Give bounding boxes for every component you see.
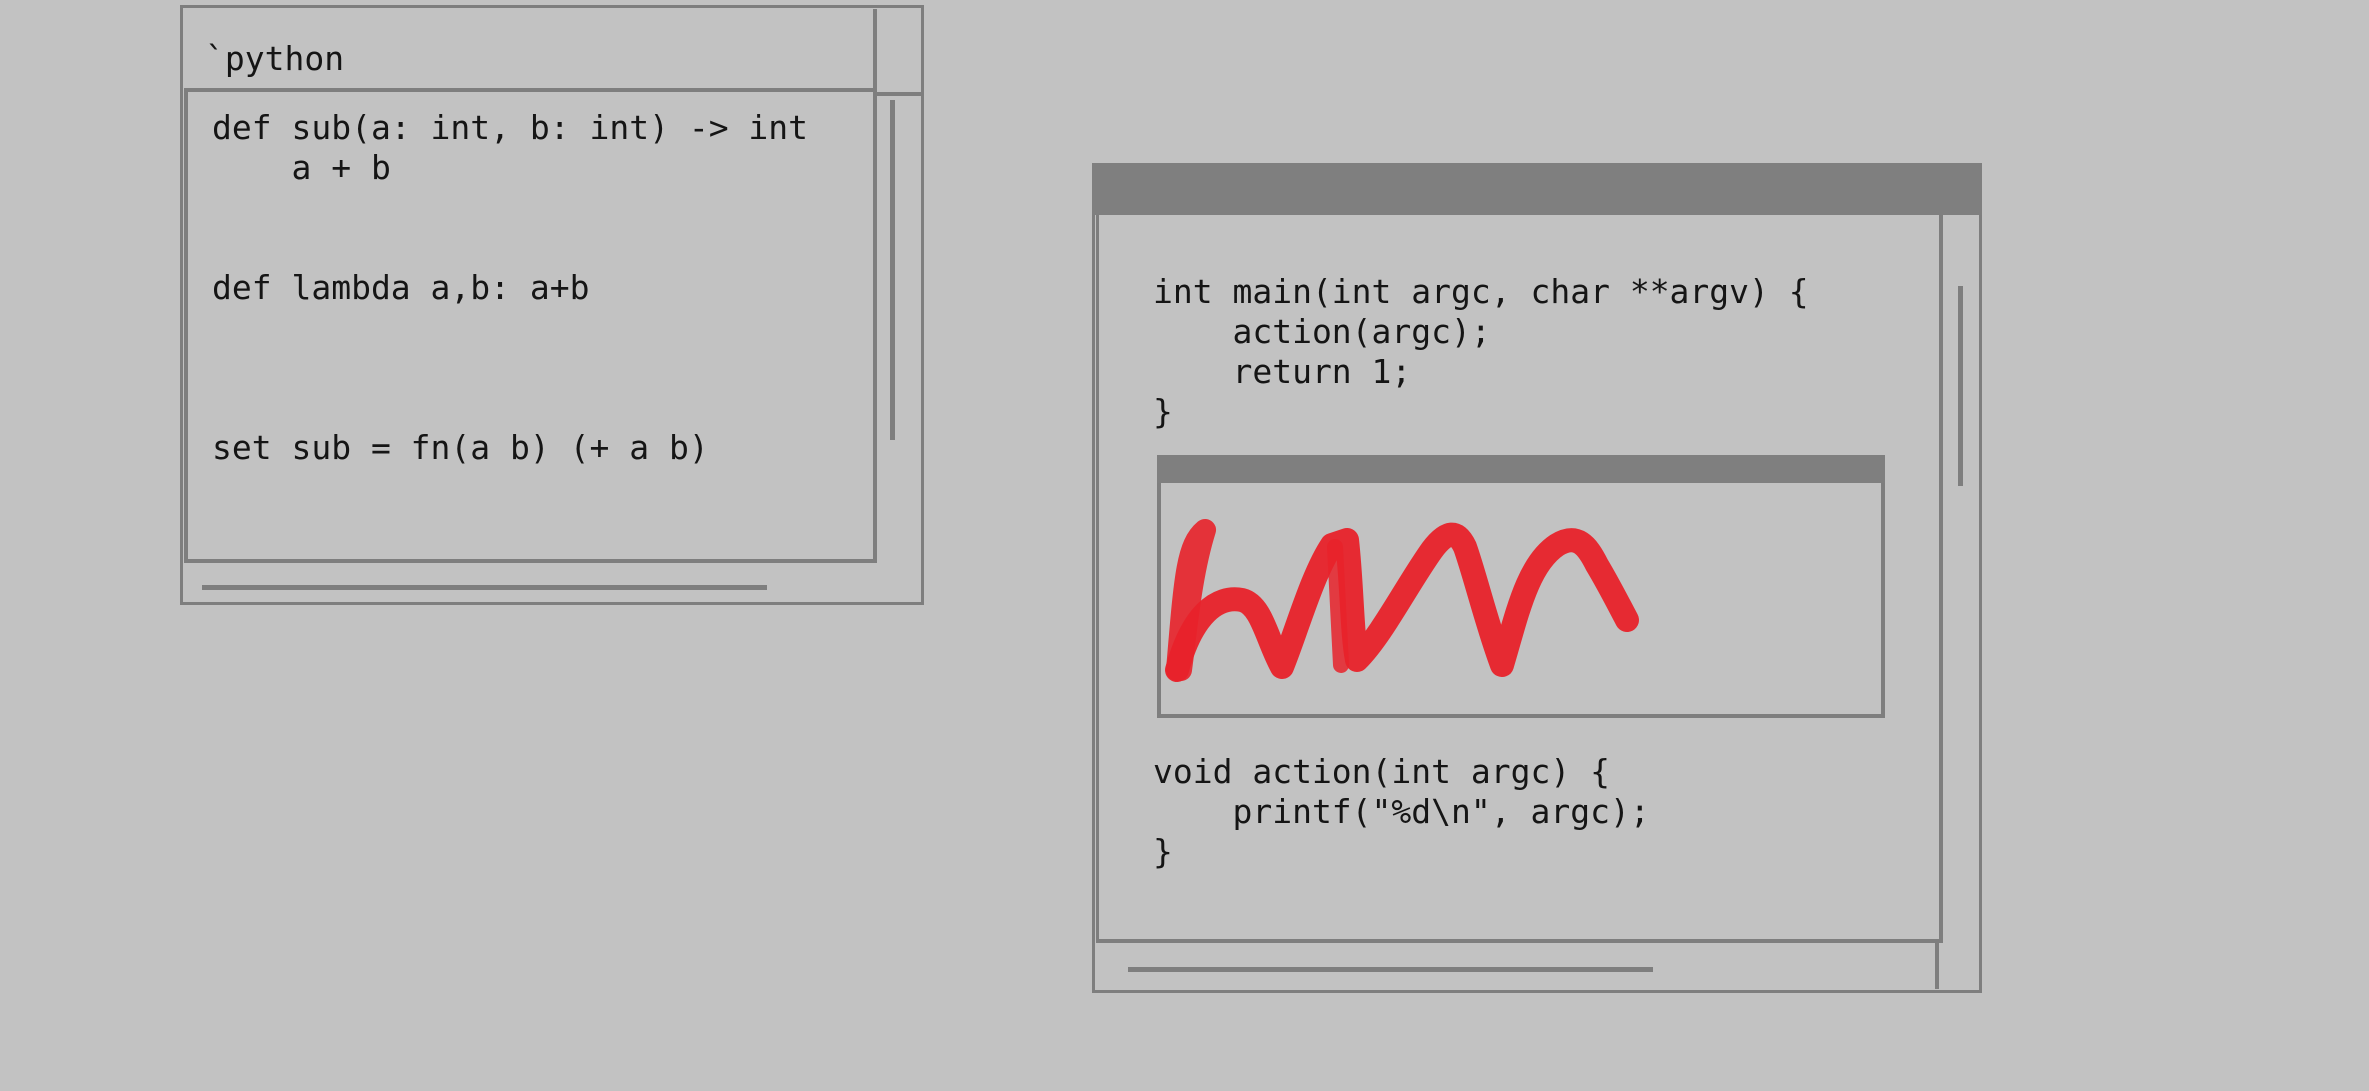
drawing-window (1157, 455, 1887, 720)
python-window-corner-button[interactable] (873, 8, 921, 96)
python-code-window: `python def sub(a: int, b: int) -> int a… (180, 5, 924, 605)
code-line: printf("%d\n", argc); (1153, 792, 1650, 831)
code-line: a + b (212, 148, 391, 187)
code-line: return 1; (1153, 352, 1412, 391)
vertical-scrollbar-thumb[interactable] (1958, 286, 1963, 486)
python-window-title: `python (205, 39, 345, 78)
c-window-title-bar[interactable] (1092, 163, 1982, 215)
vertical-scrollbar-thumb[interactable] (890, 100, 895, 440)
code-line: def lambda a,b: a+b (212, 268, 590, 307)
code-line: void action(int argc) { (1153, 752, 1610, 791)
horizontal-scrollbar-thumb[interactable] (1128, 967, 1653, 972)
c-code-window: int main(int argc, char **argv) { action… (1092, 163, 1982, 993)
c-window-corner-box (1935, 939, 1983, 989)
horizontal-scrollbar-thumb[interactable] (202, 585, 767, 590)
code-line: } (1153, 832, 1173, 871)
code-line: set sub = fn(a b) (+ a b) (212, 428, 709, 467)
code-line: } (1153, 392, 1173, 431)
code-line: def sub(a: int, b: int) -> int (212, 108, 809, 147)
code-line: int main(int argc, char **argv) { (1153, 272, 1809, 311)
red-scribble-icon (1165, 519, 1639, 682)
code-line: action(argc); (1153, 312, 1491, 351)
